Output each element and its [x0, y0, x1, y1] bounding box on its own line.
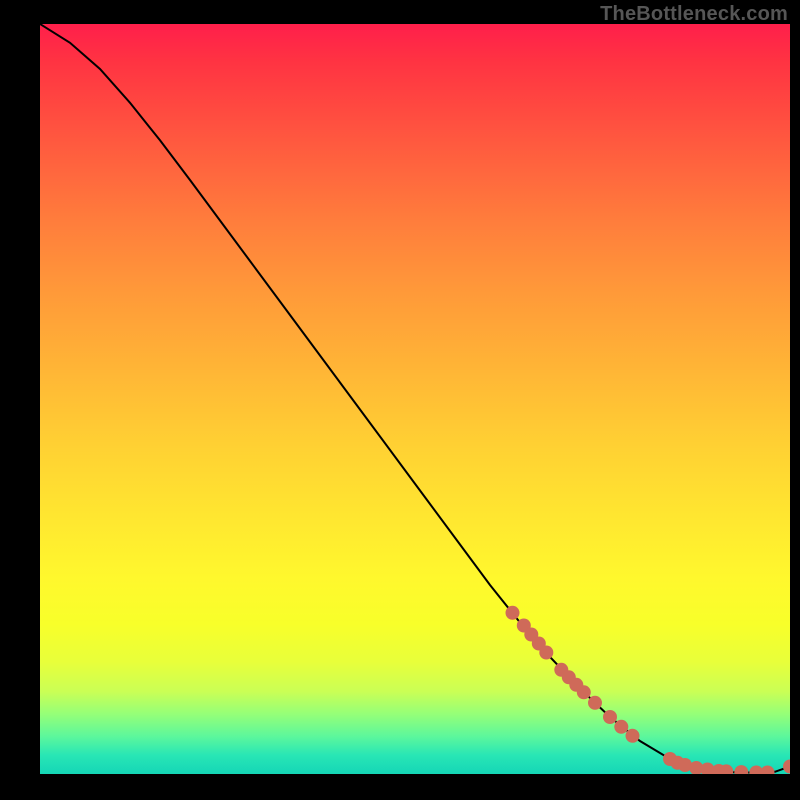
- data-marker: [588, 696, 602, 710]
- chart-container: TheBottleneck.com: [0, 0, 800, 800]
- data-marker: [663, 752, 677, 766]
- chart-svg: [40, 24, 790, 774]
- data-marker: [562, 670, 576, 684]
- attribution-text: TheBottleneck.com: [600, 4, 788, 24]
- data-marker: [603, 710, 617, 724]
- plot-area: [40, 24, 790, 774]
- curve-path: [40, 24, 790, 773]
- data-marker: [689, 761, 703, 774]
- data-marker: [678, 758, 692, 772]
- data-marker: [532, 637, 546, 651]
- marker-group: [506, 606, 791, 774]
- data-marker: [517, 619, 531, 633]
- data-marker: [719, 764, 733, 774]
- data-marker: [506, 606, 520, 620]
- data-marker: [701, 763, 715, 775]
- data-marker: [761, 766, 775, 775]
- data-marker: [569, 678, 583, 692]
- data-marker: [614, 720, 628, 734]
- data-marker: [671, 756, 685, 770]
- data-marker: [577, 685, 591, 699]
- data-marker: [554, 663, 568, 677]
- data-marker: [749, 766, 763, 775]
- data-marker: [524, 628, 538, 642]
- data-marker: [539, 646, 553, 660]
- data-marker: [712, 764, 726, 774]
- data-marker: [783, 760, 790, 774]
- data-marker: [734, 765, 748, 774]
- data-marker: [626, 729, 640, 743]
